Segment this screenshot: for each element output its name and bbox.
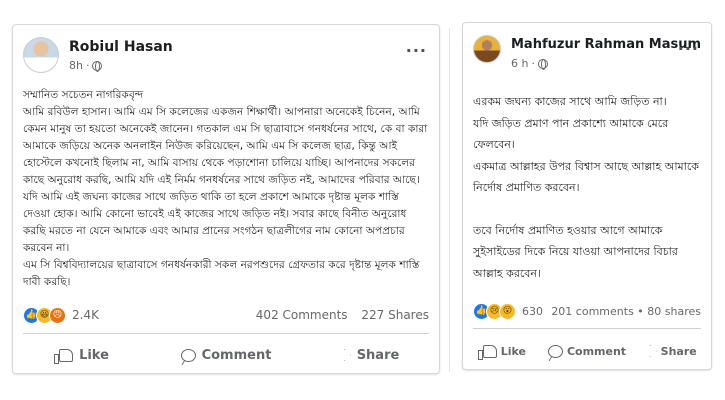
post-paragraph: এরকম জঘন্য কাজের সাথে আমি জড়িত না।: [473, 95, 667, 108]
author-avatar[interactable]: [473, 35, 501, 63]
post-paragraph: সম্মানিত সচেতন নাগরিকবৃন্দ: [23, 89, 144, 101]
more-options-icon[interactable]: ···: [678, 39, 699, 58]
angry-reaction-icon: 😠: [49, 306, 66, 324]
share-label: Share: [660, 344, 697, 358]
author-avatar[interactable]: [23, 37, 59, 73]
author-name[interactable]: Mahfuzur Rahman Masum: [511, 37, 701, 52]
post-paragraph: যদি জড়িত প্রমাণ পান প্রকাশ্যে আমাকে মের…: [473, 116, 669, 152]
post-stats: 👍 😢 😮 630 201 comments • 80 shares: [473, 301, 701, 321]
post-meta: 8h ·: [69, 59, 103, 72]
post-body: সম্মানিত সচেতন নাগরিকবৃন্দ আমি রবিউল হাস…: [23, 87, 429, 291]
reaction-count[interactable]: 2.4K: [72, 308, 99, 322]
comments-count[interactable]: 402 Comments: [256, 308, 348, 322]
post-actions: Like Comment Share: [13, 337, 439, 373]
share-label: Share: [356, 347, 400, 363]
comment-label: Comment: [566, 344, 627, 358]
thumbs-up-icon: [477, 344, 497, 360]
post-body: এরকম জঘন্য কাজের সাথে আমি জড়িত না। যদি …: [473, 91, 701, 284]
divider: [473, 328, 701, 329]
post-paragraph: এম সি বিশ্ববিদ্যালয়ের ছাত্রাবাসে গনধর্ষ…: [23, 259, 420, 288]
like-label: Like: [500, 344, 526, 358]
post-time[interactable]: 8h: [69, 59, 83, 72]
share-button[interactable]: Share: [297, 337, 439, 373]
reaction-summary[interactable]: 👍 😢 😮 630: [473, 302, 543, 320]
post-paragraph: একমাত্র আল্লাহর উপর বিশ্বাস আছে আল্লাহ আ…: [473, 159, 699, 195]
post-header: Robiul Hasan 8h · ···: [23, 37, 429, 77]
author-name[interactable]: Robiul Hasan: [69, 39, 173, 55]
divider: [449, 28, 450, 372]
reaction-count[interactable]: 630: [522, 305, 543, 318]
comments-shares-count[interactable]: 201 comments • 80 shares: [551, 305, 701, 318]
wow-reaction-icon: 😮: [499, 302, 516, 320]
globe-icon: [537, 58, 548, 70]
post-header: Mahfuzur Rahman Masum 6 h · ···: [473, 35, 701, 75]
post-time[interactable]: 6 h: [511, 57, 528, 70]
share-icon: [336, 349, 351, 361]
like-button[interactable]: Like: [13, 337, 155, 373]
comment-icon: [547, 344, 563, 358]
post-paragraph: আমি রবিউল হাসান। আমি এম সি কলেজের একজন শ…: [23, 106, 428, 254]
post-card-mahfuzur: Mahfuzur Rahman Masum 6 h · ··· এরকম জঘন…: [462, 22, 712, 370]
post-card-robiul: Robiul Hasan 8h · ··· সম্মানিত সচেতন নাগ…: [12, 24, 440, 374]
divider: [23, 333, 429, 334]
post-stats: 👍 😆 😠 2.4K 402 Comments 227 Shares: [23, 305, 429, 325]
comment-button[interactable]: Comment: [155, 337, 297, 373]
share-button[interactable]: Share: [628, 333, 711, 369]
reaction-summary[interactable]: 👍 😆 😠 2.4K: [23, 306, 99, 324]
post-paragraph: তবে নির্দোষ প্রমাণিত হওয়ার আগে আমাকে সু…: [473, 223, 678, 280]
comment-icon: [180, 348, 196, 362]
globe-icon: [92, 60, 103, 72]
thumbs-up-icon: [54, 348, 74, 364]
post-actions: Like Comment Share: [463, 333, 711, 369]
like-button[interactable]: Like: [463, 333, 546, 369]
like-label: Like: [79, 347, 109, 363]
share-icon: [642, 345, 657, 357]
more-options-icon[interactable]: ···: [406, 41, 427, 60]
shares-count[interactable]: 227 Shares: [361, 308, 429, 322]
comment-label: Comment: [201, 347, 272, 363]
comment-button[interactable]: Comment: [546, 333, 629, 369]
post-meta: 6 h ·: [511, 57, 548, 70]
